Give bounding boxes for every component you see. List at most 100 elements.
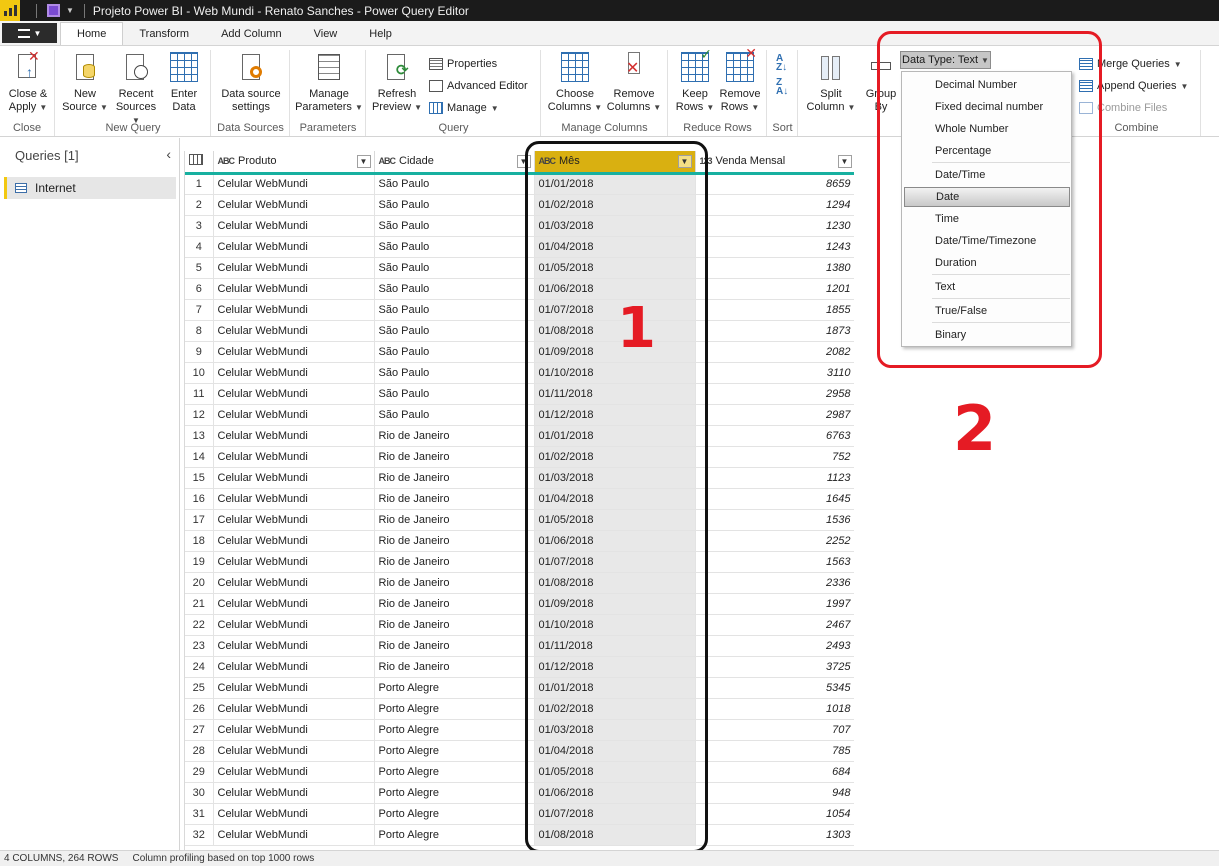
cell-cidade[interactable]: São Paulo	[374, 362, 535, 384]
row-number[interactable]: 25	[185, 677, 214, 699]
advanced-editor-button[interactable]: Advanced Editor	[429, 80, 528, 92]
cell-produto[interactable]: Celular WebMundi	[213, 824, 375, 846]
manage-parameters-button[interactable]: Manage Parameters ▼	[293, 52, 365, 114]
cell-venda-mensal[interactable]: 5345	[695, 677, 854, 699]
cell-produto[interactable]: Celular WebMundi	[213, 173, 375, 195]
row-number[interactable]: 20	[185, 572, 214, 594]
cell-mes[interactable]: 01/12/2018	[534, 656, 696, 678]
tab-transform[interactable]: Transform	[123, 23, 205, 45]
table-row[interactable]: 20 Celular WebMundi Rio de Janeiro 01/08/20…	[185, 572, 854, 594]
cell-produto[interactable]: Celular WebMundi	[213, 299, 375, 321]
column-header-produto[interactable]: ABC Produto ▼	[213, 151, 375, 175]
table-row[interactable]: 8 Celular WebMundi São Paulo 01/08/2018 1873	[185, 320, 854, 342]
cell-cidade[interactable]: Porto Alegre	[374, 761, 535, 783]
text-type-icon[interactable]: ABC	[218, 156, 235, 166]
cell-venda-mensal[interactable]: 1243	[695, 236, 854, 258]
cell-produto[interactable]: Celular WebMundi	[213, 446, 375, 468]
row-number[interactable]: 13	[185, 425, 214, 447]
cell-cidade[interactable]: São Paulo	[374, 236, 535, 258]
cell-produto[interactable]: Celular WebMundi	[213, 341, 375, 363]
table-row[interactable]: 31 Celular WebMundi Porto Alegre 01/07/2018…	[185, 803, 854, 825]
cell-venda-mensal[interactable]: 1294	[695, 194, 854, 216]
cell-venda-mensal[interactable]: 3725	[695, 656, 854, 678]
cell-venda-mensal[interactable]: 1997	[695, 593, 854, 615]
table-row[interactable]: 11 Celular WebMundi São Paulo 01/11/2018 295…	[185, 383, 854, 405]
choose-columns-button[interactable]: Choose Columns ▼	[546, 52, 604, 114]
table-row[interactable]: 28 Celular WebMundi Porto Alegre 01/04/2018…	[185, 740, 854, 762]
new-source-button[interactable]: New Source ▼	[62, 52, 108, 114]
table-row[interactable]: 26 Celular WebMundi Porto Alegre 01/02/2018…	[185, 698, 854, 720]
cell-mes[interactable]: 01/01/2018	[534, 425, 696, 447]
table-row[interactable]: 10 Celular WebMundi São Paulo 01/10/2018 311…	[185, 362, 854, 384]
menu-item-fixed-decimal-number[interactable]: Fixed decimal number	[902, 97, 1071, 117]
row-number[interactable]: 1	[185, 173, 214, 195]
row-number[interactable]: 27	[185, 719, 214, 741]
cell-mes[interactable]: 01/04/2018	[534, 740, 696, 762]
cell-produto[interactable]: Celular WebMundi	[213, 320, 375, 342]
cell-venda-mensal[interactable]: 1054	[695, 803, 854, 825]
tab-add-column[interactable]: Add Column	[205, 23, 298, 45]
sort-ascending-icon[interactable]: A Z↓	[776, 54, 787, 73]
filter-dropdown-icon[interactable]: ▼	[356, 155, 371, 168]
table-row[interactable]: 22 Celular WebMundi Rio de Janeiro 01/10/20…	[185, 614, 854, 636]
row-number[interactable]: 24	[185, 656, 214, 678]
menu-item-decimal-number[interactable]: Decimal Number	[902, 75, 1071, 95]
cell-cidade[interactable]: São Paulo	[374, 278, 535, 300]
cell-mes[interactable]: 01/05/2018	[534, 761, 696, 783]
save-icon[interactable]	[47, 4, 60, 17]
row-number[interactable]: 22	[185, 614, 214, 636]
cell-venda-mensal[interactable]: 1201	[695, 278, 854, 300]
row-number[interactable]: 21	[185, 593, 214, 615]
cell-cidade[interactable]: Porto Alegre	[374, 803, 535, 825]
cell-produto[interactable]: Celular WebMundi	[213, 362, 375, 384]
cell-cidade[interactable]: Rio de Janeiro	[374, 446, 535, 468]
filter-dropdown-icon[interactable]: ▼	[677, 155, 692, 168]
cell-produto[interactable]: Celular WebMundi	[213, 467, 375, 489]
cell-venda-mensal[interactable]: 1645	[695, 488, 854, 510]
cell-produto[interactable]: Celular WebMundi	[213, 551, 375, 573]
cell-produto[interactable]: Celular WebMundi	[213, 488, 375, 510]
cell-mes[interactable]: 01/10/2018	[534, 362, 696, 384]
cell-produto[interactable]: Celular WebMundi	[213, 635, 375, 657]
cell-mes[interactable]: 01/08/2018	[534, 320, 696, 342]
cell-venda-mensal[interactable]: 2467	[695, 614, 854, 636]
cell-mes[interactable]: 01/03/2018	[534, 467, 696, 489]
row-number[interactable]: 14	[185, 446, 214, 468]
cell-cidade[interactable]: Rio de Janeiro	[374, 614, 535, 636]
cell-produto[interactable]: Celular WebMundi	[213, 656, 375, 678]
menu-item-duration[interactable]: Duration	[902, 253, 1071, 273]
cell-cidade[interactable]: São Paulo	[374, 320, 535, 342]
cell-venda-mensal[interactable]: 785	[695, 740, 854, 762]
cell-produto[interactable]: Celular WebMundi	[213, 257, 375, 279]
cell-mes[interactable]: 01/02/2018	[534, 698, 696, 720]
menu-item-percentage[interactable]: Percentage	[902, 141, 1071, 161]
table-row[interactable]: 19 Celular WebMundi Rio de Janeiro 01/07/20…	[185, 551, 854, 573]
cell-mes[interactable]: 01/05/2018	[534, 509, 696, 531]
cell-venda-mensal[interactable]: 1563	[695, 551, 854, 573]
cell-produto[interactable]: Celular WebMundi	[213, 803, 375, 825]
column-header-venda-mensal[interactable]: 123 Venda Mensal ▼	[695, 151, 854, 175]
cell-cidade[interactable]: São Paulo	[374, 215, 535, 237]
menu-item-text[interactable]: Text	[902, 277, 1071, 297]
cell-venda-mensal[interactable]: 752	[695, 446, 854, 468]
cell-venda-mensal[interactable]: 707	[695, 719, 854, 741]
row-number[interactable]: 26	[185, 698, 214, 720]
cell-venda-mensal[interactable]: 6763	[695, 425, 854, 447]
cell-venda-mensal[interactable]: 1230	[695, 215, 854, 237]
column-header-mes[interactable]: ABC Mês ▼	[534, 151, 696, 175]
split-column-button[interactable]: Split Column ▼	[803, 52, 859, 114]
row-number[interactable]: 19	[185, 551, 214, 573]
sort-descending-icon[interactable]: Z A↓	[776, 78, 788, 97]
cell-produto[interactable]: Celular WebMundi	[213, 278, 375, 300]
cell-mes[interactable]: 01/01/2018	[534, 173, 696, 195]
query-item-internet[interactable]: Internet	[4, 177, 176, 199]
append-queries-button[interactable]: Append Queries ▼	[1079, 80, 1188, 92]
cell-venda-mensal[interactable]: 2493	[695, 635, 854, 657]
filter-dropdown-icon[interactable]: ▼	[837, 155, 852, 168]
menu-item-time[interactable]: Time	[902, 209, 1071, 229]
cell-mes[interactable]: 01/10/2018	[534, 614, 696, 636]
table-row[interactable]: 6 Celular WebMundi São Paulo 01/06/2018 1201	[185, 278, 854, 300]
cell-venda-mensal[interactable]: 2252	[695, 530, 854, 552]
cell-venda-mensal[interactable]: 2958	[695, 383, 854, 405]
table-row[interactable]: 24 Celular WebMundi Rio de Janeiro 01/12/20…	[185, 656, 854, 678]
